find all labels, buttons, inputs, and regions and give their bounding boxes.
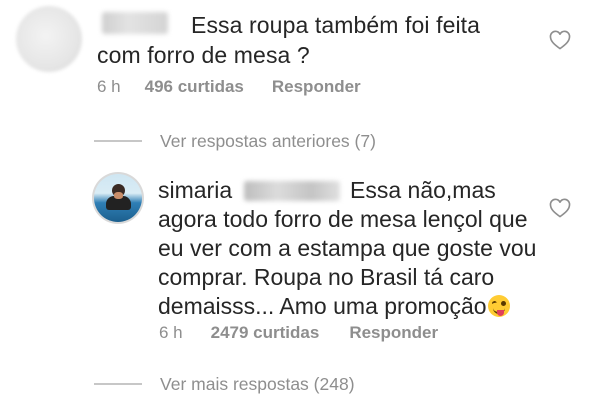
reply-meta: 6 h 2479 curtidas Responder [159, 323, 438, 343]
profile-photo [94, 174, 142, 222]
reply-text-line: simaria Essa não,mas [158, 176, 538, 205]
view-previous-replies-link[interactable]: Ver respostas anteriores (7) [160, 131, 376, 152]
reply-text-segment: demaisss... Amo uma promoção [158, 293, 487, 319]
comment-meta: 6 h 496 curtidas Responder [97, 77, 361, 97]
thread-divider [94, 383, 142, 385]
reply-text-line: eu ver com a estampa que goste vou [158, 235, 537, 261]
view-more-replies-link[interactable]: Ver mais respostas (248) [160, 374, 355, 395]
comment-timestamp: 6 h [97, 77, 121, 96]
comment-likes-count[interactable]: 496 curtidas [145, 77, 244, 97]
commenter-avatar[interactable] [16, 6, 82, 72]
reply-avatar[interactable] [92, 172, 144, 224]
reply-text-line: agora todo forro de mesa lençol que [158, 206, 528, 232]
reply-text-segment: Essa não,mas [350, 177, 496, 203]
comment-text-line: Essa roupa também foi feita [191, 12, 481, 38]
reply-text: simaria Essa não,mas agora todo forro de … [158, 176, 538, 321]
reply-text-line: demaisss... Amo uma promoção [158, 292, 538, 321]
winking-tongue-emoji-icon [487, 295, 510, 317]
reply-button[interactable]: Responder [272, 77, 361, 97]
reply-timestamp: 6 h [159, 323, 183, 342]
reply-text-line: comprar. Roupa no Brasil tá caro [158, 264, 495, 290]
like-heart-icon[interactable] [549, 198, 571, 218]
reply-username[interactable]: simaria [158, 176, 350, 205]
reply-button[interactable]: Responder [349, 323, 438, 343]
thread-divider [94, 140, 142, 142]
comment-text-line: com forro de mesa ? [97, 42, 310, 68]
comment-text: Essa roupa também foi feita com forro de… [97, 10, 537, 70]
reply-likes-count[interactable]: 2479 curtidas [211, 323, 320, 343]
like-heart-icon[interactable] [549, 30, 571, 50]
